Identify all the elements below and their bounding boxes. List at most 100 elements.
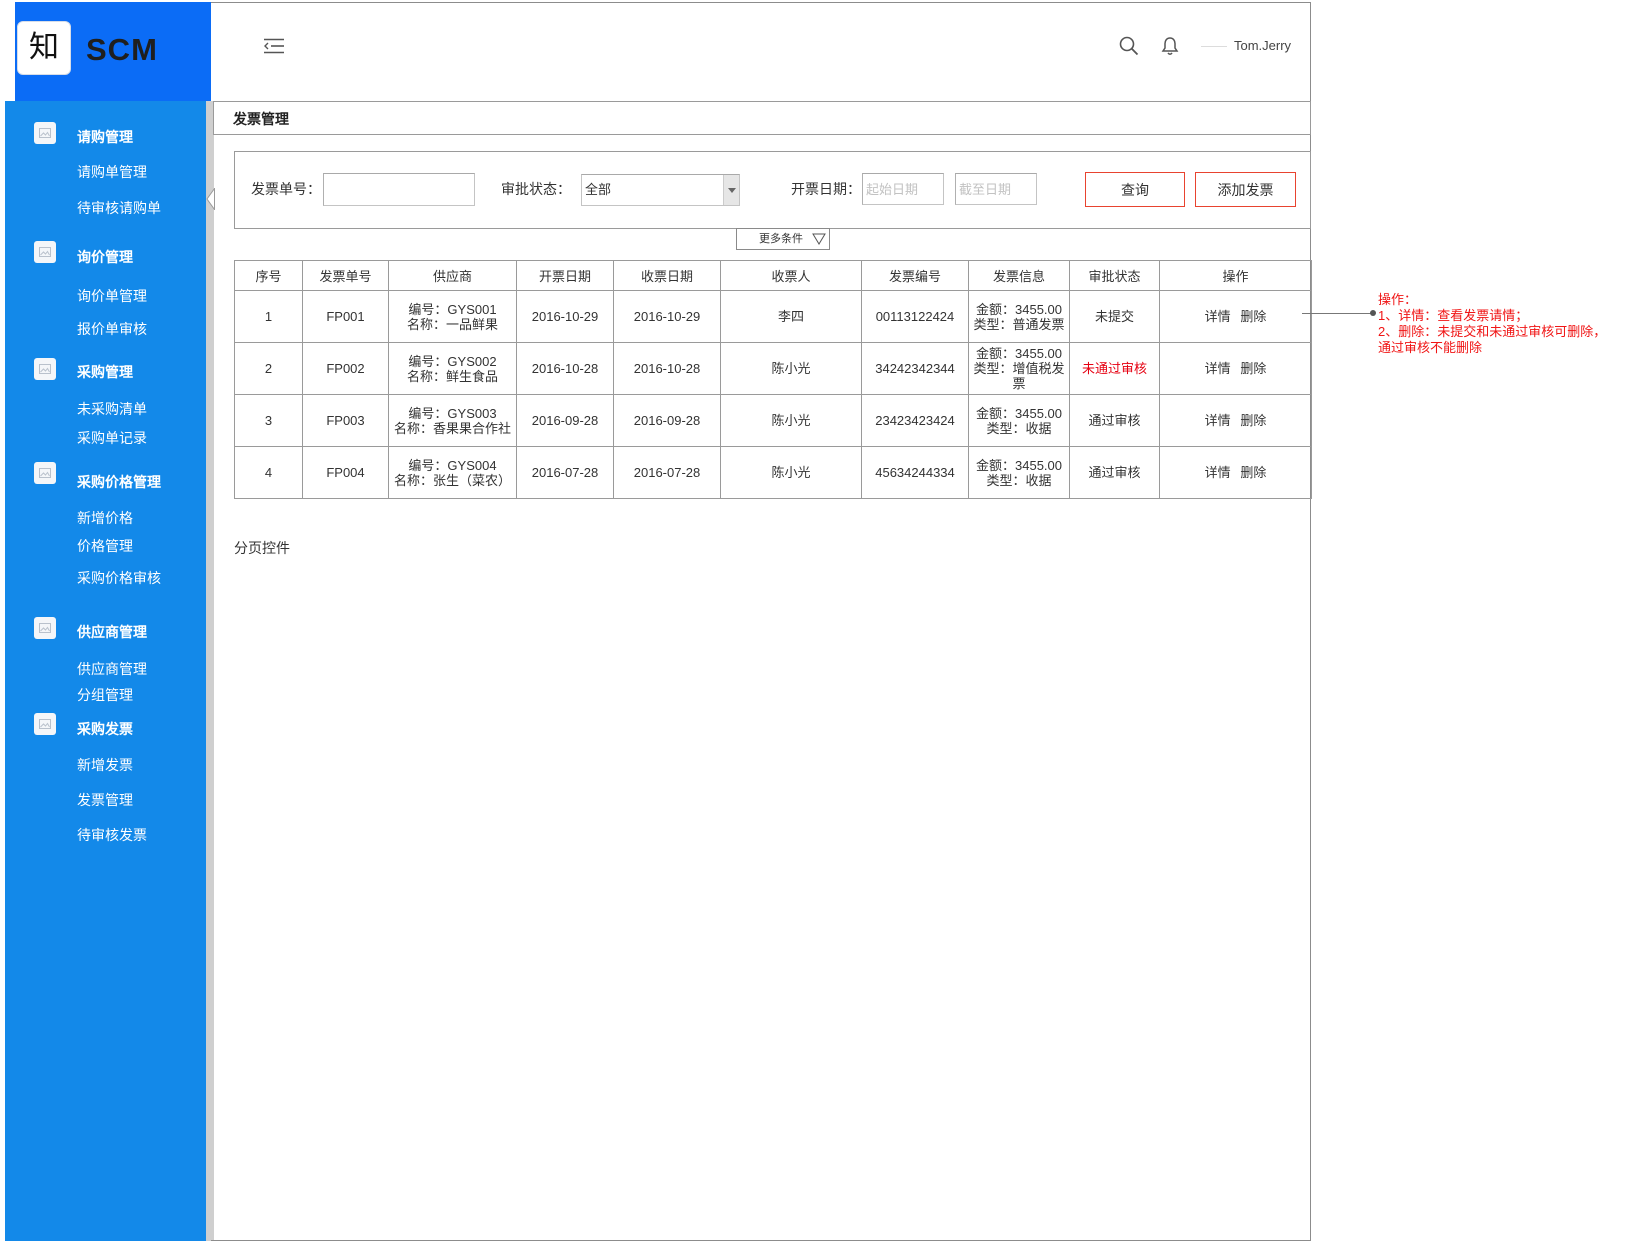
cell-issue-date: 2016-09-28 [516, 394, 614, 447]
sidebar-item-pending-purchase-requests[interactable]: 待审核请购单 [77, 198, 161, 218]
cell-receive-date: 2016-10-29 [613, 290, 721, 343]
app-name: SCM [86, 32, 158, 67]
detail-link[interactable]: 详情 [1205, 309, 1231, 324]
invoice-table: 序号 发票单号 供应商 开票日期 收票日期 收票人 发票编号 发票信息 审批状态… [234, 260, 1312, 499]
delete-link[interactable]: 删除 [1240, 465, 1266, 480]
cell-receive-date: 2016-07-28 [613, 446, 721, 499]
more-conditions-button[interactable]: 更多条件 [736, 228, 830, 250]
sidebar-item-group-management[interactable]: 分组管理 [77, 685, 133, 705]
cell-invoice-info: 金额：3455.00 类型：普通发票 [968, 290, 1070, 343]
delete-link[interactable]: 删除 [1240, 309, 1266, 324]
detail-link[interactable]: 详情 [1205, 361, 1231, 376]
table-row: 3 FP003 编号：GYS003 名称：香果果合作社 2016-09-28 2… [234, 394, 1312, 447]
annotation-note: 操作： 1、详情：查看发票请情； 2、删除：未提交和未通过审核可删除， 通过审核… [1378, 292, 1606, 356]
invoice-amount: 金额：3455.00 [976, 405, 1062, 421]
cell-invoice-number: 23423423424 [861, 394, 969, 447]
sidebar-item-inquiry-list[interactable]: 询价单管理 [77, 286, 147, 306]
sidebar-item-purchase-request-list[interactable]: 请购单管理 [77, 162, 147, 182]
cell-invoice-info: 金额：3455.00 类型：收据 [968, 394, 1070, 447]
end-date-input[interactable] [955, 173, 1037, 205]
invoice-type: 类型：增值税发票 [973, 361, 1065, 391]
cell-invoice-number: 45634244334 [861, 446, 969, 499]
sidebar-group-purchasing[interactable]: 采购管理 [77, 362, 133, 382]
column-header-actions: 操作 [1159, 260, 1312, 291]
cell-actions: 详情 删除 [1159, 290, 1312, 343]
sidebar-item-add-invoice[interactable]: 新增发票 [77, 755, 133, 775]
cell-index: 1 [234, 290, 303, 343]
sidebar-item-pending-invoices[interactable]: 待审核发票 [77, 825, 147, 845]
sidebar-group-price[interactable]: 采购价格管理 [77, 472, 161, 492]
status-badge: 未提交 [1069, 290, 1160, 343]
cell-invoice-number: 00113122424 [861, 290, 969, 343]
supplier-code: 编号：GYS004 [408, 457, 497, 473]
avatar[interactable] [1201, 46, 1227, 47]
filter-panel: 发票单号： 审批状态： 全部 开票日期： 查询 添加发票 [234, 151, 1311, 229]
sidebar-item-price-review[interactable]: 采购价格审核 [77, 568, 161, 588]
search-icon[interactable] [1119, 36, 1139, 56]
image-placeholder-icon [34, 122, 56, 144]
bell-icon[interactable] [1161, 36, 1179, 56]
invoice-amount: 金额：3455.00 [976, 346, 1062, 361]
invoice-type: 类型：收据 [986, 472, 1052, 488]
query-button[interactable]: 查询 [1085, 172, 1185, 207]
start-date-input[interactable] [862, 173, 944, 205]
invoice-amount: 金额：3455.00 [976, 301, 1062, 317]
sidebar-item-invoice-management[interactable]: 发票管理 [77, 790, 133, 810]
menu-fold-icon[interactable] [264, 38, 284, 54]
sidebar-group-supplier[interactable]: 供应商管理 [77, 622, 147, 642]
sidebar-item-supplier-management[interactable]: 供应商管理 [77, 659, 147, 679]
supplier-name: 名称：张生（菜农） [393, 472, 511, 488]
cell-invoice-no: FP002 [302, 342, 389, 395]
cell-receiver: 李四 [720, 290, 862, 343]
cell-index: 2 [234, 342, 303, 395]
sidebar-group-purchase-request[interactable]: 请购管理 [77, 127, 133, 147]
cell-supplier: 编号：GYS002 名称：鲜生食品 [388, 342, 517, 395]
user-name[interactable]: Tom.Jerry [1234, 37, 1291, 55]
column-header-invoice-no: 发票单号 [302, 260, 389, 291]
table-header-row: 序号 发票单号 供应商 开票日期 收票日期 收票人 发票编号 发票信息 审批状态… [234, 260, 1312, 291]
cell-invoice-no: FP001 [302, 290, 389, 343]
detail-link[interactable]: 详情 [1205, 413, 1231, 428]
table-row: 4 FP004 编号：GYS004 名称：张生（菜农） 2016-07-28 2… [234, 446, 1312, 499]
cell-receive-date: 2016-10-28 [613, 342, 721, 395]
add-invoice-button[interactable]: 添加发票 [1195, 172, 1296, 207]
sidebar-item-add-price[interactable]: 新增价格 [77, 508, 133, 528]
supplier-name: 名称：香果果合作社 [393, 420, 511, 436]
invoice-date-label: 开票日期： [791, 181, 861, 197]
image-placeholder-icon [34, 358, 56, 380]
app-logo[interactable]: 知 [17, 21, 71, 75]
invoice-number-input[interactable] [323, 173, 475, 206]
chevron-down-icon[interactable] [723, 175, 739, 205]
status-badge: 未通过审核 [1069, 342, 1160, 395]
sidebar-group-inquiry[interactable]: 询价管理 [77, 247, 133, 267]
logo-bar: 知 SCM [15, 2, 211, 101]
pagination[interactable]: 分页控件 [234, 538, 290, 558]
invoice-amount: 金额：3455.00 [976, 457, 1062, 473]
sidebar-item-price-management[interactable]: 价格管理 [77, 536, 133, 556]
approval-status-select[interactable]: 全部 [581, 174, 740, 206]
image-placeholder-icon [34, 713, 56, 735]
supplier-name: 名称：一品鲜果 [406, 316, 498, 332]
sidebar: 请购管理 请购单管理 待审核请购单 询价管理 询价单管理 报价单审核 采购管理 … [5, 101, 206, 1241]
delete-link[interactable]: 删除 [1240, 361, 1266, 376]
cell-receiver: 陈小光 [720, 342, 862, 395]
page-title-bar: 发票管理 [213, 101, 1311, 135]
delete-link[interactable]: 删除 [1240, 413, 1266, 428]
page-title: 发票管理 [233, 111, 289, 127]
cell-invoice-info: 金额：3455.00 类型：收据 [968, 446, 1070, 499]
sidebar-group-invoice[interactable]: 采购发票 [77, 719, 133, 739]
column-header-invoice-number: 发票编号 [861, 260, 969, 291]
detail-link[interactable]: 详情 [1205, 465, 1231, 480]
triangle-down-icon [812, 233, 826, 245]
invoice-type: 类型：普通发票 [973, 316, 1065, 332]
approval-status-label: 审批状态： [501, 181, 571, 197]
sidebar-item-quote-review[interactable]: 报价单审核 [77, 319, 147, 339]
column-header-receiver: 收票人 [720, 260, 862, 291]
cell-actions: 详情 删除 [1159, 446, 1312, 499]
sidebar-item-unpurchased-list[interactable]: 未采购清单 [77, 399, 147, 419]
sidebar-item-purchase-records[interactable]: 采购单记录 [77, 428, 147, 448]
cell-receive-date: 2016-09-28 [613, 394, 721, 447]
supplier-code: 编号：GYS003 [408, 405, 497, 421]
image-placeholder-icon [34, 617, 56, 639]
cell-actions: 详情 删除 [1159, 394, 1312, 447]
